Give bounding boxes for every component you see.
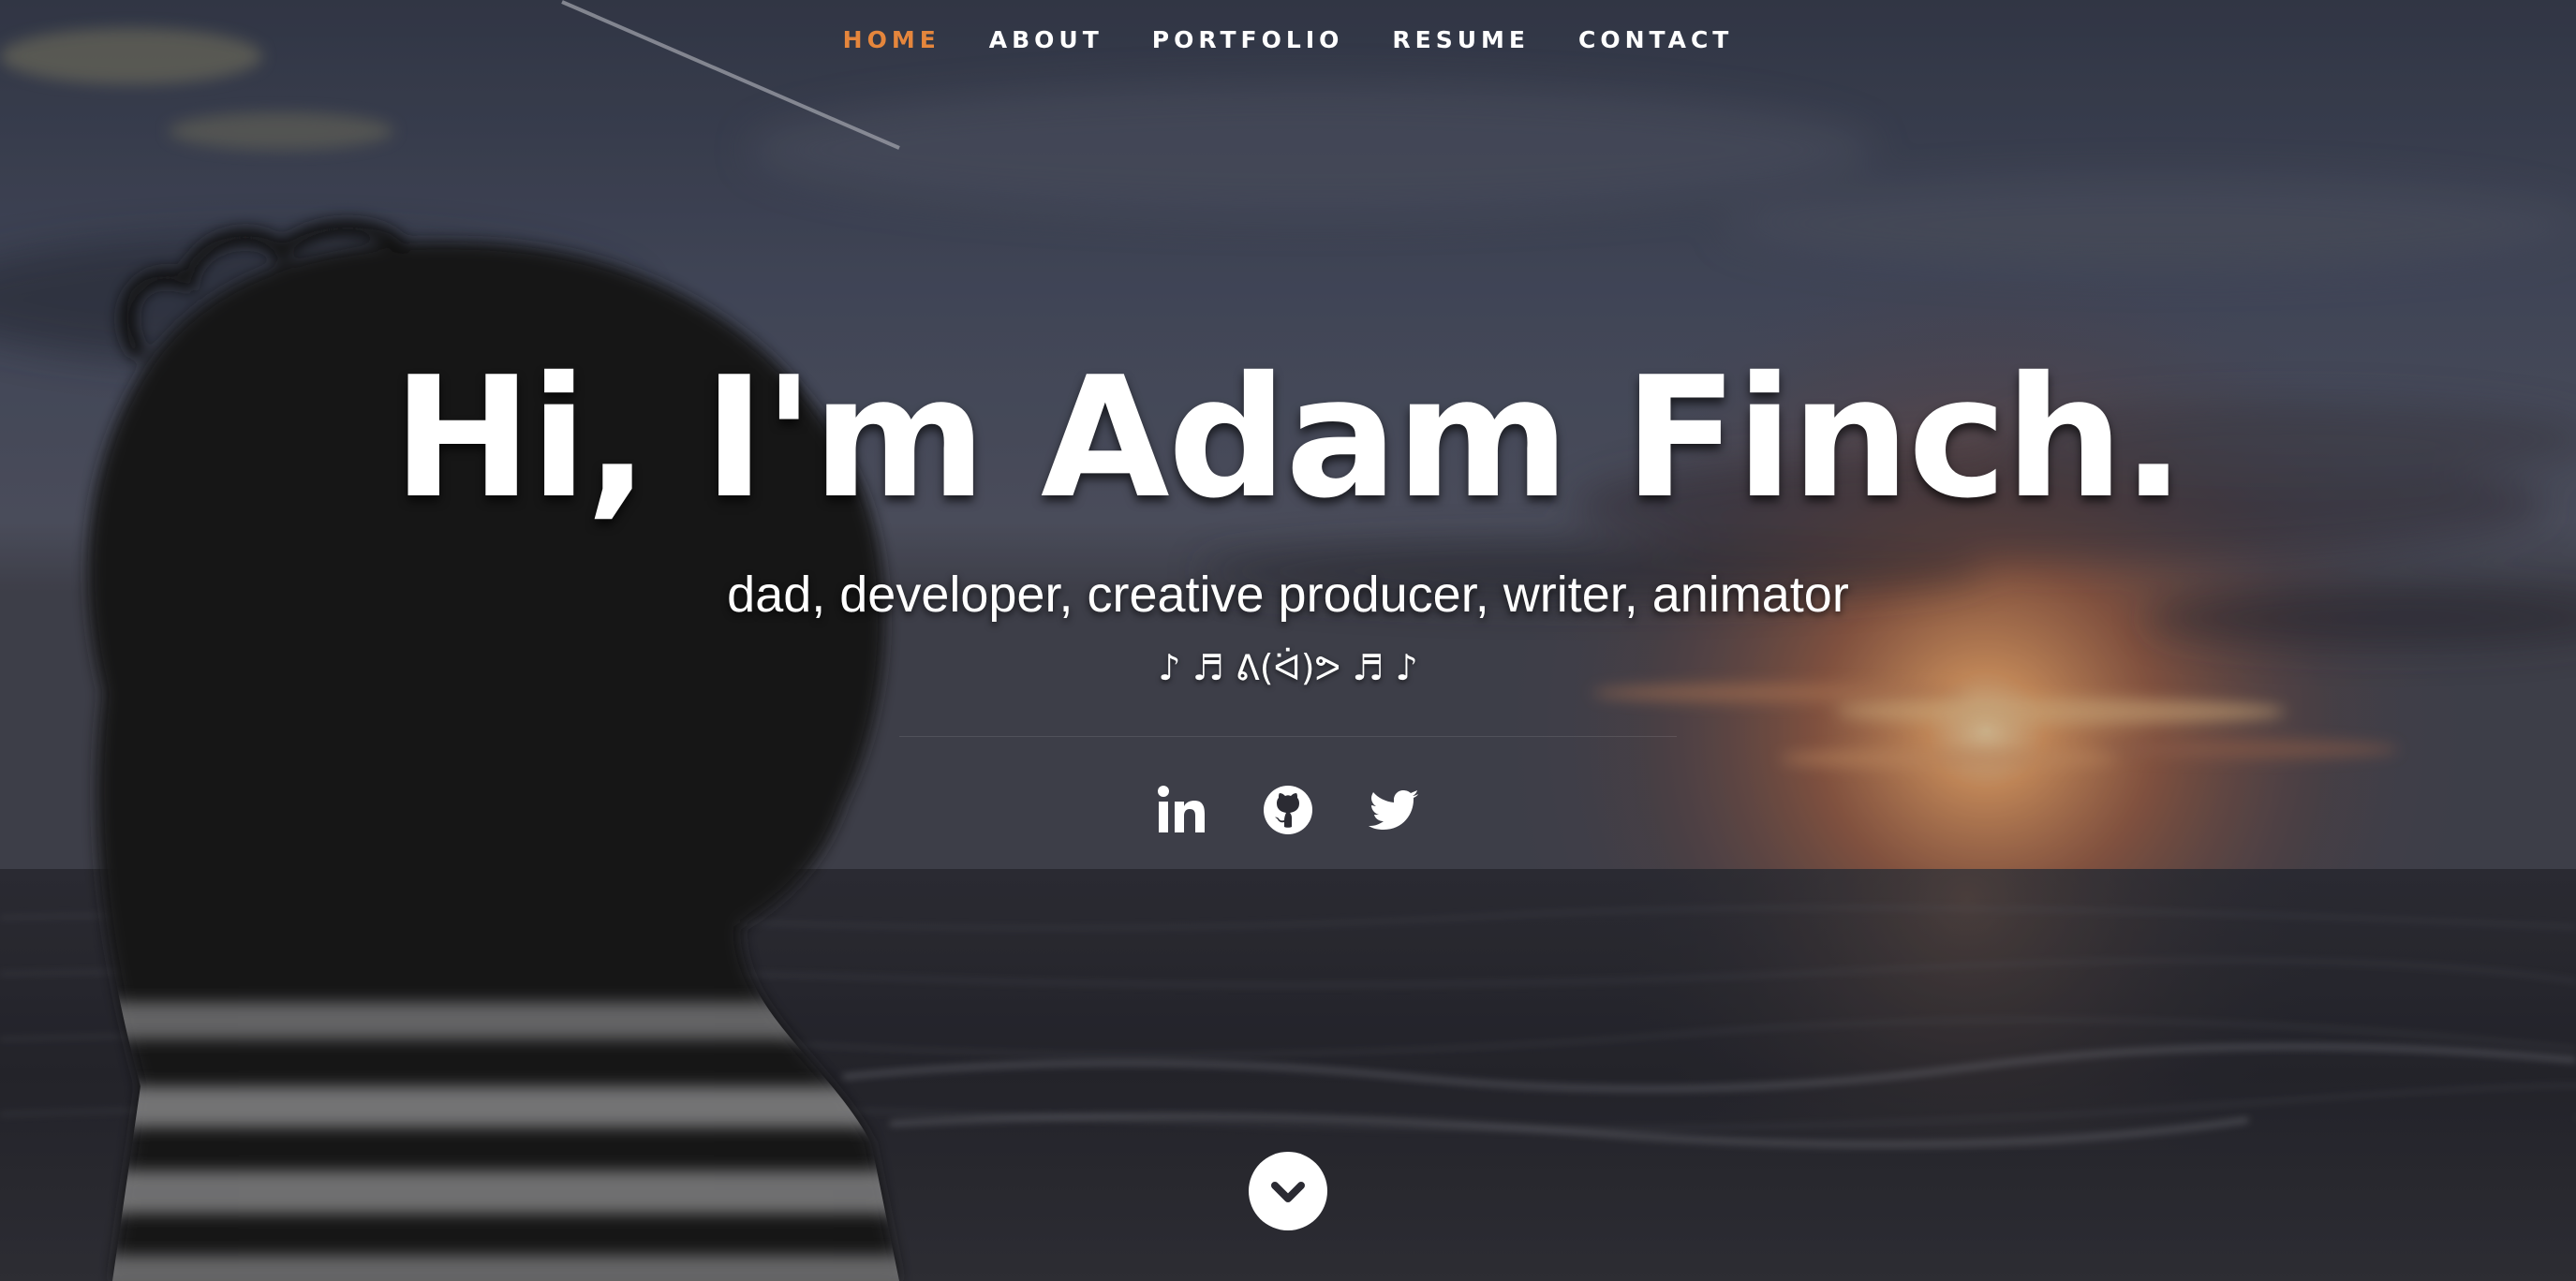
nav-about[interactable]: ABOUT bbox=[989, 26, 1103, 53]
hero-section: HOME ABOUT PORTFOLIO RESUME CONTACT Hi, … bbox=[0, 0, 2576, 1281]
twitter-icon bbox=[1369, 790, 1418, 830]
main-nav: HOME ABOUT PORTFOLIO RESUME CONTACT bbox=[0, 26, 2576, 53]
github-link[interactable] bbox=[1261, 783, 1315, 837]
twitter-link[interactable] bbox=[1368, 783, 1422, 837]
nav-portfolio[interactable]: PORTFOLIO bbox=[1152, 26, 1344, 53]
page-title: Hi, I'm Adam Finch. bbox=[392, 341, 2185, 535]
nav-contact[interactable]: CONTACT bbox=[1578, 26, 1733, 53]
nav-home[interactable]: HOME bbox=[843, 26, 940, 53]
background-photo bbox=[0, 0, 2576, 1281]
tagline: dad, developer, creative producer, write… bbox=[727, 567, 1849, 623]
nav-resume[interactable]: RESUME bbox=[1392, 26, 1530, 53]
linkedin-icon bbox=[1158, 786, 1205, 832]
chevron-down-icon bbox=[1271, 1182, 1305, 1202]
linkedin-link[interactable] bbox=[1154, 783, 1208, 837]
social-links bbox=[0, 783, 2576, 837]
github-icon bbox=[1264, 786, 1312, 834]
scroll-down-button[interactable] bbox=[1249, 1152, 1327, 1230]
kaomoji-text: ♪ ♬ ᕕ(ᐛ)ᕗ ♬ ♪ bbox=[1158, 647, 1418, 688]
divider bbox=[899, 736, 1677, 737]
